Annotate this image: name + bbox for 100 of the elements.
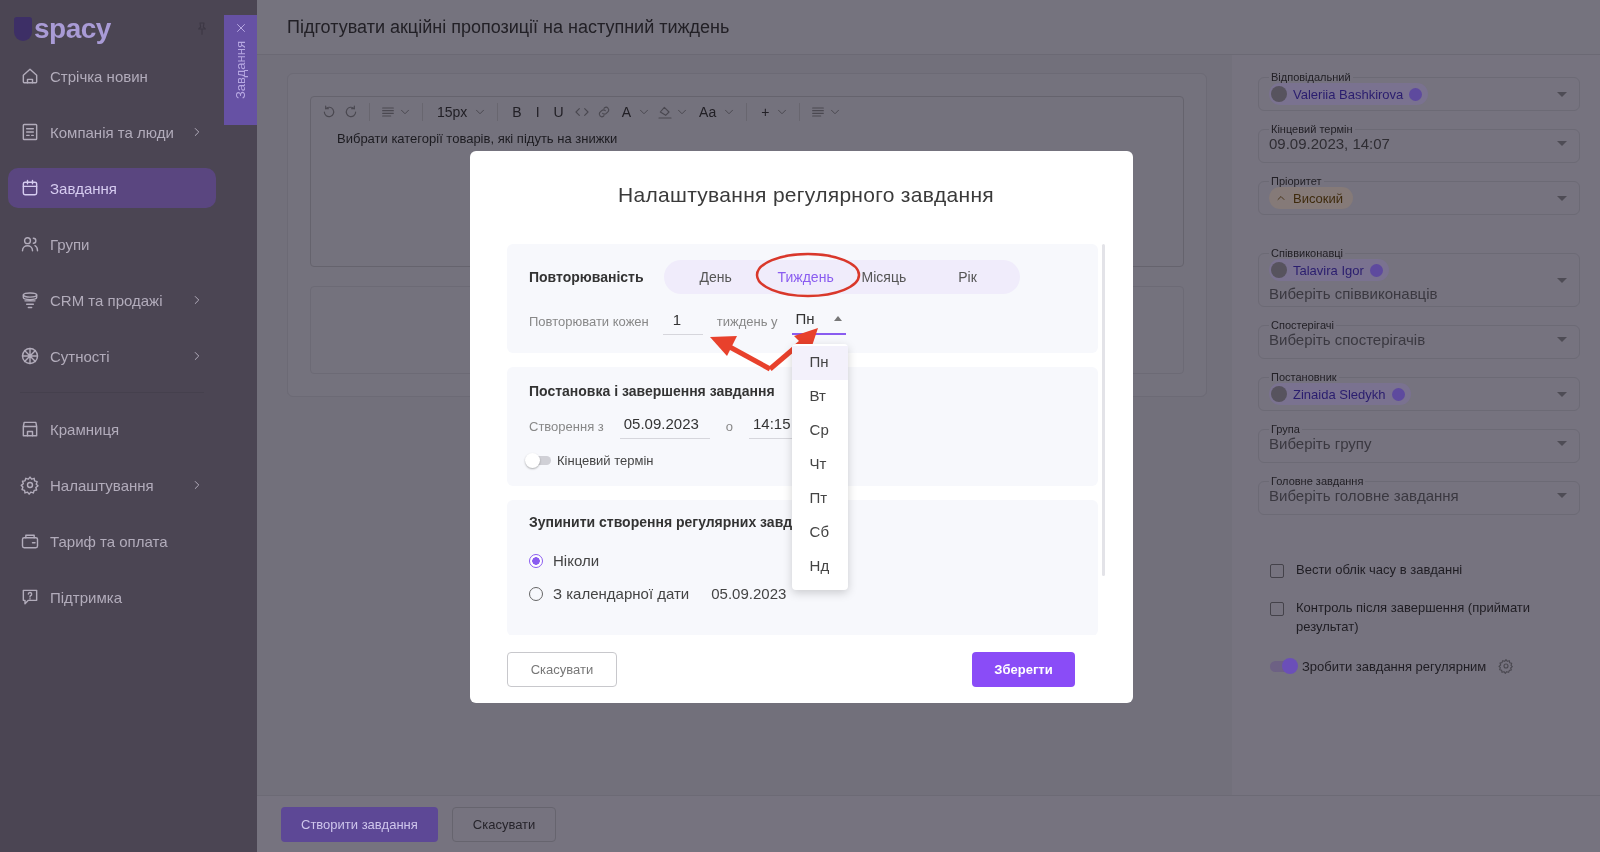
checkbox-label: Вести облік часу в завданні	[1296, 561, 1463, 579]
dropdown-arrow-icon	[1557, 337, 1567, 342]
radio-label: Ніколи	[553, 552, 600, 569]
undo-icon[interactable]	[321, 104, 337, 120]
side-tab-label: Завдання	[233, 41, 248, 100]
dropdown-arrow-icon	[1557, 278, 1567, 283]
field-label: Група	[1270, 423, 1301, 435]
toolbar-button[interactable]: I	[531, 104, 544, 120]
toolbar-button[interactable]: A	[617, 104, 636, 120]
field-label: Відповідальний	[1270, 71, 1352, 83]
sidebar-item[interactable]: Тариф та оплата	[8, 521, 216, 561]
sidebar-item[interactable]: Компанія та люди	[8, 112, 216, 152]
select-field[interactable]: Пріоритет Високий	[1258, 175, 1580, 215]
side-tab[interactable]: Завдання	[224, 15, 257, 125]
sidebar-item[interactable]: Завдання	[8, 168, 216, 208]
select-field[interactable]: Співвиконавці Talavira Igor Виберіть співвиконавців	[1258, 247, 1580, 307]
toolbar-button[interactable]: U	[549, 104, 568, 120]
section-label: Повторюваність	[529, 269, 644, 285]
chip-label: Valeriia Bashkirova	[1293, 86, 1404, 102]
menu-item[interactable]: Нд	[791, 550, 848, 584]
building-icon	[20, 122, 40, 142]
house-icon	[20, 66, 40, 86]
sidebar-item[interactable]: Підтримка	[8, 577, 216, 617]
period-tab[interactable]: Рік	[925, 260, 1010, 294]
toggle-switch[interactable]	[1270, 660, 1296, 672]
dropdown-arrow-icon	[1557, 391, 1567, 397]
logo-text: spacy	[34, 13, 111, 45]
redo-icon[interactable]	[343, 104, 359, 120]
select-field[interactable]: Група Виберіть групу	[1258, 423, 1580, 463]
checkbox-label: Контроль після завершення (приймати результат)	[1296, 599, 1532, 636]
checkbox[interactable]	[1270, 602, 1284, 616]
field-label: Співвиконавці	[1270, 247, 1344, 259]
field-value: 09.09.2023, 14:07	[1269, 135, 1391, 152]
align-icon[interactable]	[380, 104, 396, 120]
period-tab[interactable]: День	[673, 260, 758, 294]
field-placeholder: Виберіть групу	[1269, 435, 1373, 452]
stack-icon	[20, 290, 40, 310]
editor-text: Вибрати категорії товарів, які підуть на знижки	[336, 130, 619, 148]
avatar-icon	[1271, 386, 1287, 402]
annotation-arrow	[710, 336, 772, 372]
help-icon	[20, 587, 40, 607]
cancel-button[interactable]: Скасувати	[451, 806, 557, 842]
settings-icon	[20, 475, 40, 495]
select-field[interactable]: Кінцевий термін 09.09.2023, 14:07	[1258, 123, 1580, 163]
avatar-icon	[1271, 86, 1287, 102]
store-icon	[20, 419, 40, 439]
modal-title: Налаштування регулярного завдання	[617, 182, 995, 208]
field-label: Пріоритет	[1270, 175, 1323, 187]
sidebar-item[interactable]: Налаштування	[8, 465, 216, 505]
date-field[interactable]: 05.09.2023	[619, 413, 710, 439]
calendar-icon	[20, 178, 40, 198]
save-button[interactable]: Зберегти	[972, 651, 1075, 687]
cancel-button[interactable]: Скасувати	[507, 651, 617, 687]
sidebar-item[interactable]: Сутності	[8, 336, 216, 376]
menu-item[interactable]: Пн	[791, 346, 848, 380]
toolbar-button[interactable]: Aa	[695, 104, 721, 120]
toolbar-button[interactable]: +	[757, 104, 774, 120]
settings-icon[interactable]	[1498, 658, 1515, 674]
field-label: о	[725, 418, 733, 434]
field-label: Кінцевий термін	[1270, 123, 1354, 135]
section-title: Постановка і завершення завдання	[529, 383, 775, 399]
radio-label: З календарної дати	[553, 585, 690, 602]
field-placeholder: Виберіть спостерігачів	[1269, 331, 1427, 348]
field-label: Головне завдання	[1270, 475, 1365, 487]
dropdown-arrow-icon	[1557, 195, 1567, 201]
select-field[interactable]: Головне завдання Виберіть головне завдання	[1258, 475, 1580, 515]
toggle-label: Кінцевий термін	[557, 453, 654, 468]
toolbar-button[interactable]: 15px	[433, 104, 472, 120]
sidebar-item[interactable]: Групи	[8, 224, 216, 264]
checkbox[interactable]	[1270, 564, 1284, 578]
create-button[interactable]: Створити завдання	[281, 806, 438, 842]
menu-item[interactable]: Сб	[791, 516, 848, 550]
period-tab[interactable]: Тиждень	[757, 260, 842, 294]
time-field[interactable]: 14:15	[749, 413, 799, 439]
fill-icon[interactable]	[657, 104, 674, 120]
field-label: тиждень у	[716, 314, 778, 329]
menu-item[interactable]: Пт	[791, 482, 848, 516]
interval-field[interactable]: 1	[662, 308, 703, 335]
field-label: Створення з	[529, 418, 604, 434]
field-label: Спостерігачі	[1270, 319, 1335, 331]
sidebar-item[interactable]: CRM та продажі	[8, 280, 216, 320]
field-placeholder: Виберіть співвиконавців	[1269, 285, 1439, 302]
wallet-icon	[20, 531, 40, 551]
select-field[interactable]: Спостерігачі Виберіть спостерігачів	[1258, 319, 1580, 359]
globe-icon	[20, 346, 40, 366]
period-tab[interactable]: Місяць	[841, 260, 926, 294]
dropdown-arrow-icon	[1557, 493, 1567, 498]
menu-item[interactable]: Вт	[791, 380, 848, 414]
section-title: Зупинити створення регулярних завд	[529, 514, 793, 530]
align-icon[interactable]	[810, 104, 827, 120]
chip-label: Talavira Igor	[1293, 262, 1364, 278]
toolbar-button[interactable]: B	[508, 104, 526, 120]
menu-item[interactable]: Чт	[791, 448, 848, 482]
avatar-icon	[1271, 262, 1287, 278]
select-field[interactable]: Відповідальний Valeriia Bashkirova	[1258, 71, 1580, 111]
radio-button[interactable]	[529, 553, 543, 568]
sidebar-item[interactable]: Крамниця	[8, 409, 216, 449]
select-field[interactable]: Постановник Zinaida Sledykh	[1258, 371, 1580, 411]
field-placeholder: Виберіть головне завдання	[1269, 487, 1460, 504]
sidebar-item[interactable]: Стрічка новин	[8, 56, 216, 96]
